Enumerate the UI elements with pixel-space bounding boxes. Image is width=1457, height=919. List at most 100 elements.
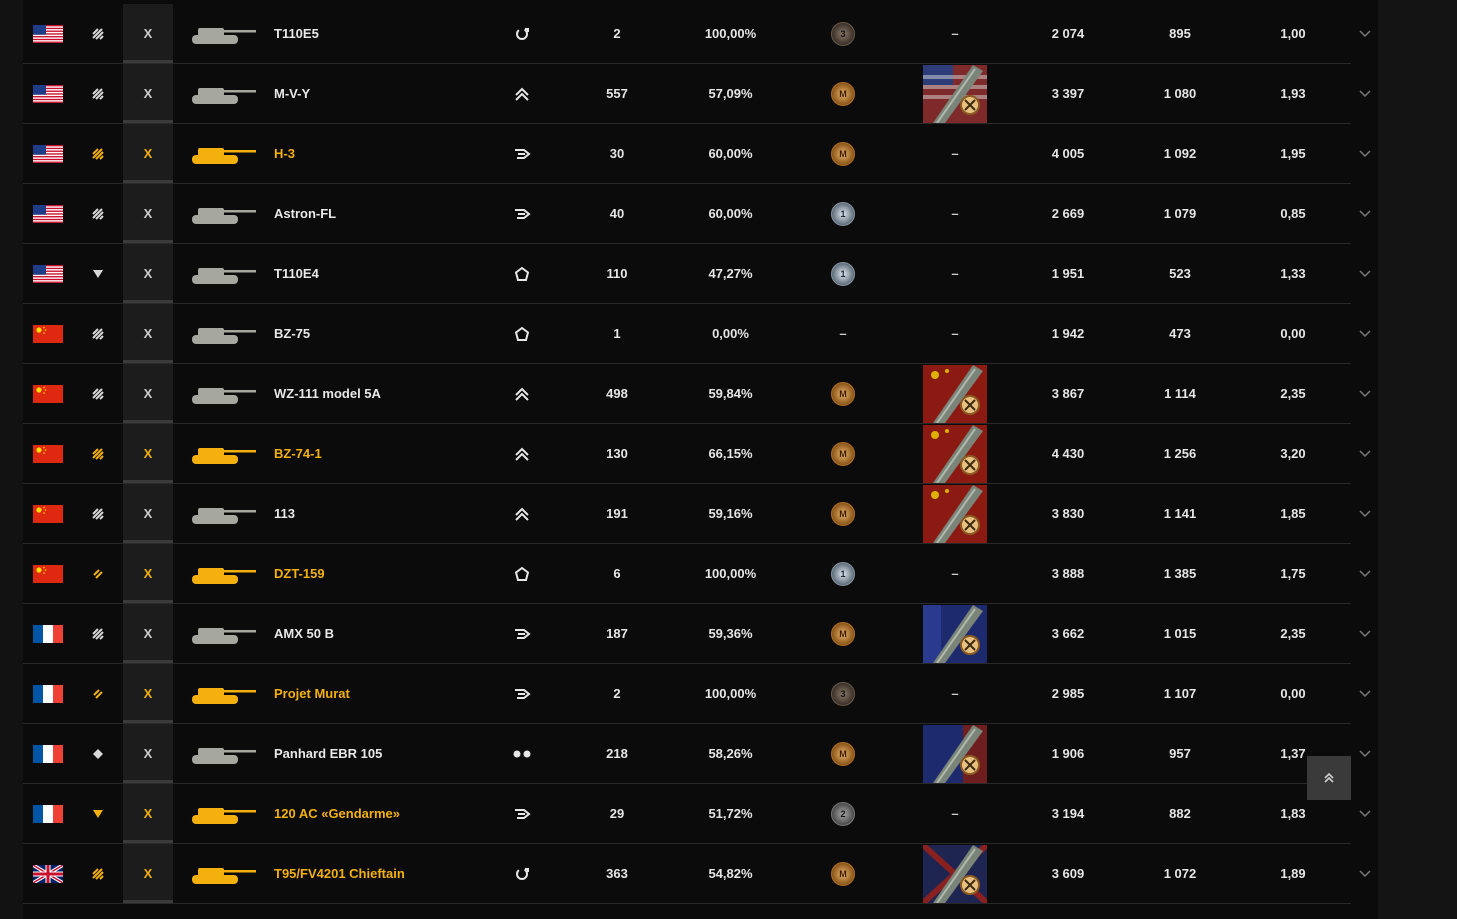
tier-label: X	[123, 664, 173, 723]
expand-row-button[interactable]	[1351, 844, 1378, 903]
role-icon	[83, 364, 113, 423]
china-flag-icon	[33, 424, 63, 483]
mastery-badge-icon: M	[831, 861, 855, 886]
partial-row-bottom	[23, 904, 1351, 919]
moe-empty: –	[951, 566, 959, 581]
expand-row-button[interactable]	[1351, 304, 1378, 363]
marks-of-excellence: –	[922, 664, 988, 723]
vehicle-name: Astron-FL	[274, 206, 337, 221]
role-icon	[83, 604, 113, 663]
vehicle-row[interactable]: X WZ-111 model 5A 498 59,84% M 3 867 1 114 2,35	[23, 364, 1351, 424]
vehicle-name: BZ-74-1	[274, 446, 322, 461]
vehicle-row[interactable]: X T110E5 2 100,00% 3 – 2 074 895 1,00	[23, 4, 1351, 64]
vehicle-row[interactable]: X 113 191 59,16% M 3 830 1 141 1,85	[23, 484, 1351, 544]
vehicle-row[interactable]: X BZ-75 1 0,00% – – 1 942 473 0,00	[23, 304, 1351, 364]
role-icon	[83, 784, 113, 843]
vehicle-name: WZ-111 model 5A	[274, 386, 381, 401]
expand-row-button[interactable]	[1351, 424, 1378, 483]
role-icon	[83, 124, 113, 183]
mastery-badge-icon: M	[831, 141, 855, 166]
vehicle-row[interactable]: X M-V-Y 557 57,09% M 3 397 1 080 1,93	[23, 64, 1351, 124]
usa-flag-icon	[33, 4, 63, 63]
expand-row-button[interactable]	[1351, 724, 1378, 783]
chevron-down-icon	[1358, 809, 1371, 817]
tank-icon	[183, 304, 263, 363]
expand-row-button[interactable]	[1351, 64, 1378, 123]
marks-of-excellence: –	[922, 244, 988, 303]
battles-value: 2	[613, 686, 621, 701]
vehicle-name: DZT-159	[274, 566, 325, 581]
tier-label: X	[123, 304, 173, 363]
uk-flag-icon	[33, 844, 63, 903]
tier-label: X	[123, 844, 173, 903]
winrate-value: 66,15%	[708, 446, 753, 461]
vehicle-row[interactable]: X DZT-159 6 100,00% 1 – 3 888 1 385 1,75	[23, 544, 1351, 604]
expand-row-button[interactable]	[1351, 664, 1378, 723]
tank-icon	[183, 484, 263, 543]
battles-value: 30	[609, 146, 625, 161]
double-chevron-up-icon	[1324, 772, 1334, 783]
winrate-value: 47,27%	[708, 266, 753, 281]
tier-label: X	[123, 724, 173, 783]
marks-of-excellence	[922, 724, 988, 783]
class-icon	[504, 724, 540, 783]
chevron-down-icon	[1358, 149, 1371, 157]
avg-damage-value: 3 830	[1051, 506, 1085, 521]
chevron-down-icon	[1358, 509, 1371, 517]
expand-row-button[interactable]	[1351, 784, 1378, 843]
tier-label: X	[123, 604, 173, 663]
kd-value: 0,00	[1280, 686, 1306, 701]
battles-value: 498	[606, 386, 628, 401]
france-flag-icon	[33, 724, 63, 783]
moe-empty: –	[951, 266, 959, 281]
vehicle-row[interactable]: X T110E4 110 47,27% 1 – 1 951 523 1,33	[23, 244, 1351, 304]
kd-value: 1,33	[1280, 266, 1306, 281]
marks-of-excellence	[922, 844, 988, 903]
vehicle-row[interactable]: X Panhard EBR 105 218 58,26% M 1 906 957 1,37	[23, 724, 1351, 784]
role-icon	[83, 184, 113, 243]
vehicle-row[interactable]: X AMX 50 B 187 59,36% M 3 662 1 015 2,35	[23, 604, 1351, 664]
vehicle-row[interactable]: X Astron-FL 40 60,00% 1 – 2 669 1 079 0,85	[23, 184, 1351, 244]
tank-icon	[183, 724, 263, 783]
avg-damage-value: 1 942	[1051, 326, 1085, 341]
scroll-to-top-button[interactable]	[1307, 756, 1351, 800]
avg-xp-value: 1 015	[1163, 626, 1197, 641]
avg-xp-value: 523	[1169, 266, 1191, 281]
mastery-badge: 1	[823, 544, 863, 603]
winrate-value: 100,00%	[704, 26, 757, 41]
expand-row-button[interactable]	[1351, 124, 1378, 183]
expand-row-button[interactable]	[1351, 184, 1378, 243]
expand-row-button[interactable]	[1351, 604, 1378, 663]
vehicle-row[interactable]: X Projet Murat 2 100,00% 3 – 2 985 1 107 0,00	[23, 664, 1351, 724]
kd-value: 2,35	[1280, 626, 1306, 641]
avg-damage-value: 3 867	[1051, 386, 1085, 401]
role-icon	[83, 484, 113, 543]
vehicle-row[interactable]: X 120 AC «Gendarme» 29 51,72% 2–3 194 882 1,83	[23, 784, 1351, 844]
role-icon	[83, 844, 113, 903]
right-gutter	[1378, 0, 1457, 919]
winrate-value: 59,36%	[708, 626, 753, 641]
mastery-badge: M	[823, 424, 863, 483]
vehicle-row[interactable]: X T95/FV4201 Chieftain 363 54,82% M 3 609 1 07…	[23, 844, 1351, 904]
tier-label: X	[123, 124, 173, 183]
role-icon	[83, 664, 113, 723]
marks-of-excellence: –	[922, 544, 988, 603]
tank-icon	[183, 124, 263, 183]
china-flag-icon	[33, 304, 63, 363]
expand-row-button[interactable]	[1351, 544, 1378, 603]
winrate-value: 100,00%	[704, 566, 757, 581]
expand-row-button[interactable]	[1351, 4, 1378, 63]
expand-row-button[interactable]	[1351, 244, 1378, 303]
winrate-value: 54,82%	[708, 866, 753, 881]
class-icon	[504, 124, 540, 183]
class-icon	[504, 4, 540, 63]
vehicle-row[interactable]: X H-3 30 60,00% M – 4 005 1 092 1,95	[23, 124, 1351, 184]
expand-row-button[interactable]	[1351, 364, 1378, 423]
chevron-down-icon	[1358, 749, 1371, 757]
moe-empty: –	[951, 326, 959, 341]
avg-xp-value: 1 079	[1163, 206, 1197, 221]
chevron-down-icon	[1358, 89, 1371, 97]
vehicle-row[interactable]: X BZ-74-1 130 66,15% M 4 430 1 256 3,20	[23, 424, 1351, 484]
vehicle-name: M-V-Y	[274, 86, 311, 101]
expand-row-button[interactable]	[1351, 484, 1378, 543]
